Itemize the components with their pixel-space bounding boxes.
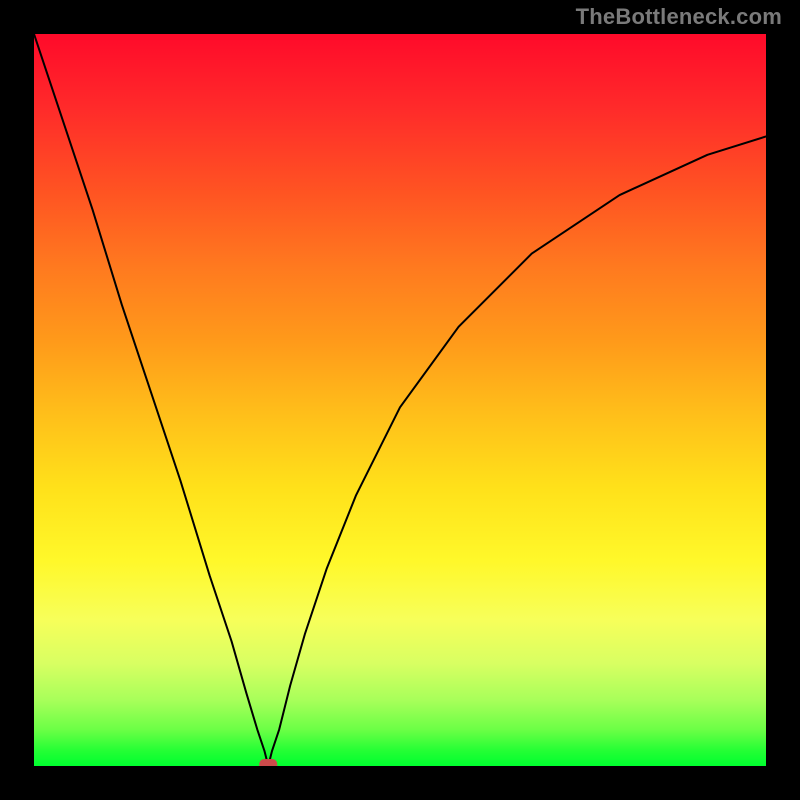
chart-container: TheBottleneck.com xyxy=(0,0,800,800)
curve-layer xyxy=(34,34,766,766)
bottleneck-curve xyxy=(34,34,766,766)
min-marker xyxy=(259,759,277,766)
attribution-label: TheBottleneck.com xyxy=(576,4,782,30)
plot-area xyxy=(34,34,766,766)
